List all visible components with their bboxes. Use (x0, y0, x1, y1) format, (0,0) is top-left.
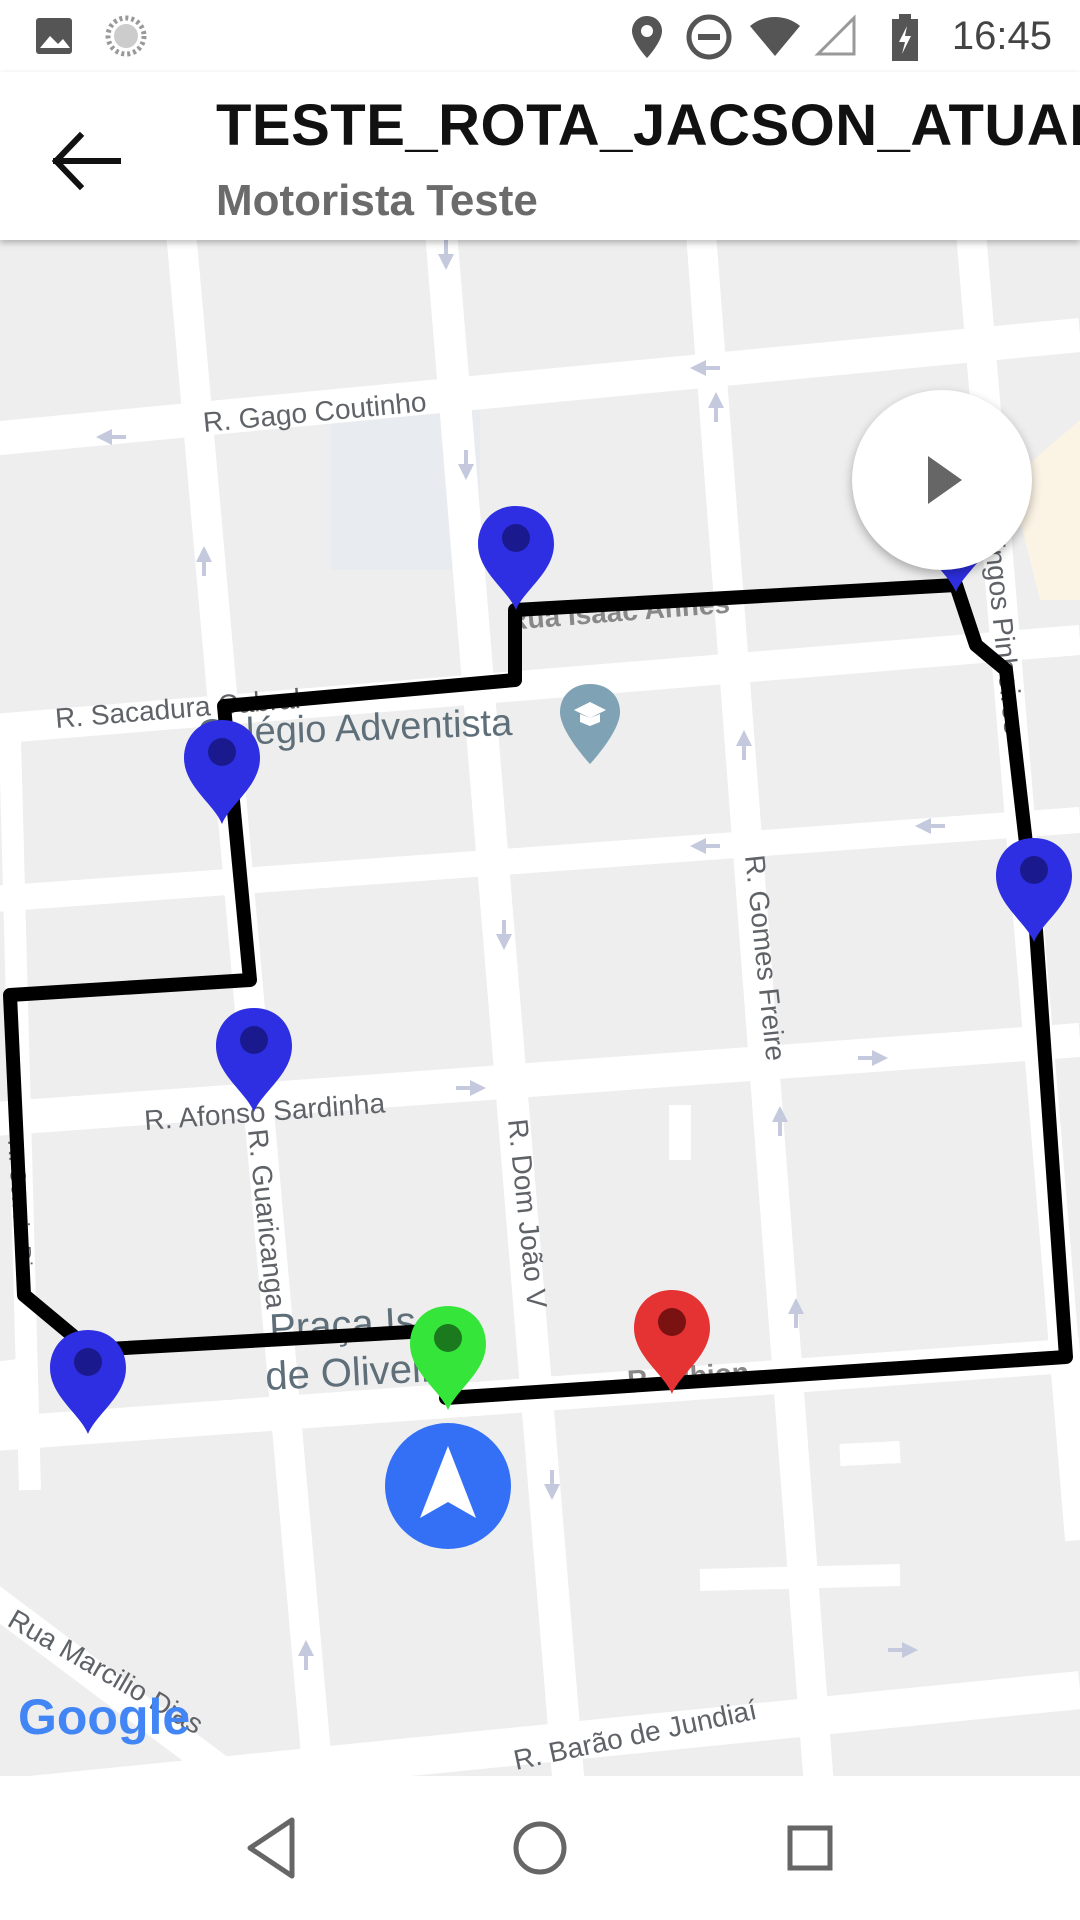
sync-icon (105, 15, 147, 57)
status-bar: 16:45 (0, 0, 1080, 72)
signal-icon (814, 14, 856, 56)
nav-recents-icon[interactable] (760, 1798, 860, 1898)
app-bar: TESTE_ROTA_JACSON_ATUAL Motorista Teste (0, 72, 1080, 240)
do-not-disturb-icon (686, 14, 732, 60)
start-route-button[interactable] (852, 390, 1032, 570)
play-icon (928, 456, 962, 504)
map-view[interactable]: R. Gago Coutinho R. Sacadura Cabral Rua … (0, 240, 1080, 1776)
driver-name: Motorista Teste (216, 176, 538, 225)
nav-back-icon[interactable] (220, 1798, 320, 1898)
status-time: 16:45 (951, 14, 1052, 58)
image-icon (36, 18, 72, 54)
route-title: TESTE_ROTA_JACSON_ATUAL (216, 93, 1080, 158)
battery-charging-icon (892, 14, 918, 61)
location-icon (632, 16, 662, 58)
nav-home-icon[interactable] (490, 1798, 590, 1898)
system-nav-bar (0, 1776, 1080, 1920)
navigation-button[interactable] (385, 1423, 511, 1549)
wifi-icon (750, 17, 800, 56)
back-arrow-icon[interactable] (40, 116, 130, 206)
google-logo: Google (18, 1689, 190, 1745)
